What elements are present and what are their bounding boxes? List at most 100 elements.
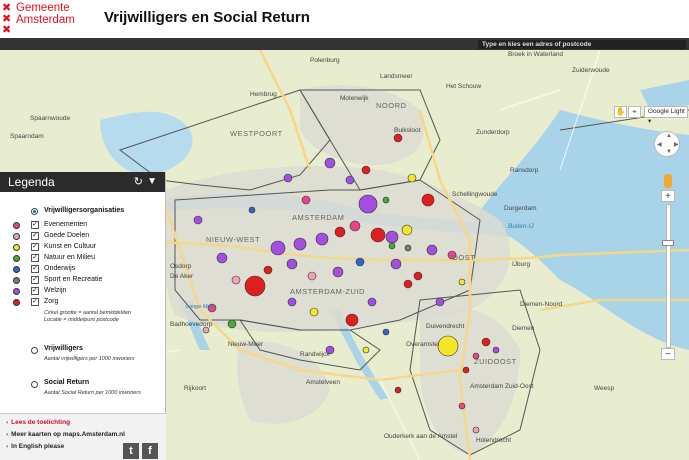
marker-goede-doelen[interactable] [472,426,480,434]
marker-natuur[interactable] [227,319,237,329]
zoom-slider-track[interactable] [666,204,671,348]
category-row: ✓ Natuur en Milieu [13,253,163,264]
category-checkbox[interactable]: ✓ [31,265,39,273]
label-osdorp: Osdorp [170,263,192,270]
category-checkbox[interactable]: ✓ [31,232,39,240]
marker-welzijn[interactable] [324,157,336,169]
category-checkbox[interactable]: ✓ [31,254,39,262]
marker-welzijn[interactable] [193,215,203,225]
facebook-icon[interactable]: f [142,443,158,459]
marker-onderwijs[interactable] [382,328,390,336]
marker-welzijn[interactable] [332,266,344,278]
legend-panel: Legenda ↻ ▼ Vrijwilligersorganisaties ✓ … [0,172,166,460]
marker-zorg[interactable] [345,313,359,327]
marker-zorg[interactable] [263,265,273,275]
marker-welzijn[interactable] [345,175,355,185]
marker-welzijn[interactable] [358,194,378,214]
marker-welzijn[interactable] [287,297,297,307]
link-english[interactable]: › In English please [6,443,64,450]
radio-social-return[interactable] [31,381,38,388]
radio-vrijwilligersorganisaties[interactable] [31,208,38,215]
select-icon[interactable]: ⌖ [628,106,641,118]
layer-note-social-return: Aantal Social Return per 1000 inwoners [44,390,141,396]
marker-kunst[interactable] [407,173,417,183]
label-diemen: Diemen [512,325,535,332]
marker-evenementen[interactable] [301,195,311,205]
zoom-in-button[interactable]: + [661,190,675,202]
street-view-pegman-icon[interactable] [664,174,672,188]
marker-zorg[interactable] [393,133,403,143]
label-molenwijk: Molenwijk [340,95,369,102]
marker-welzijn[interactable] [385,230,399,244]
zoom-out-button[interactable]: − [661,348,675,360]
pan-down-icon[interactable]: ▼ [666,149,672,155]
marker-welzijn[interactable] [270,240,286,256]
marker-welzijn[interactable] [293,237,307,251]
pan-hand-icon[interactable]: ✋ [614,106,627,118]
refresh-icon[interactable]: ↻ [134,172,143,192]
marker-zorg[interactable] [361,165,371,175]
marker-onderwijs[interactable] [248,206,256,214]
pan-control[interactable]: ▲ ▼ ◀ ▶ [654,131,680,157]
category-row: ✓ Kunst en Cultuur [13,242,163,253]
marker-kunst[interactable] [309,307,319,317]
chevron-down-icon[interactable]: ▼ [147,172,157,192]
legend-footer: › Lees de toelichting › Meer kaarten op ma… [0,413,166,460]
pan-right-icon[interactable]: ▶ [674,141,679,148]
pan-up-icon[interactable]: ▲ [666,133,672,139]
category-checkbox[interactable]: ✓ [31,287,39,295]
marker-zorg[interactable] [462,366,470,374]
marker-zorg[interactable] [394,386,402,394]
marker-kunst[interactable] [362,346,370,354]
marker-kunst[interactable] [437,335,459,357]
marker-welzijn[interactable] [283,173,293,183]
marker-sport[interactable] [404,244,412,252]
marker-goede-doelen[interactable] [307,271,317,281]
link-meer-kaarten[interactable]: › Meer kaarten op maps.Amsterdam.nl [6,431,125,438]
label-lange-meer: Lange Meer [186,304,217,310]
marker-welzijn[interactable] [435,297,445,307]
pan-left-icon[interactable]: ◀ [657,141,662,148]
marker-welzijn[interactable] [216,252,228,264]
marker-kunst[interactable] [458,278,466,286]
link-toelichting[interactable]: › Lees de toelichting [6,419,70,426]
label-hembrug: Hembrug [250,91,277,98]
zoom-slider-handle[interactable] [662,240,674,246]
category-label: Sport en Recreatie [44,276,103,283]
address-search-input[interactable]: Type en kies een adres of postcode [478,40,686,49]
marker-welzijn[interactable] [390,258,402,270]
category-checkbox[interactable]: ✓ [31,276,39,284]
marker-zorg[interactable] [403,279,413,289]
marker-welzijn[interactable] [367,297,377,307]
radio-vrijwilligers[interactable] [31,347,38,354]
district-amsterdam: AMSTERDAM [292,213,344,222]
category-checkbox[interactable]: ✓ [31,221,39,229]
category-label: Zorg [44,298,59,305]
marker-goede-doelen[interactable] [231,275,241,285]
marker-kunst[interactable] [401,224,413,236]
marker-onderwijs[interactable] [355,257,365,267]
marker-natuur[interactable] [388,242,396,250]
marker-natuur[interactable] [382,196,390,204]
basemap-select[interactable]: Google Light ▾ [644,106,688,125]
marker-welzijn[interactable] [426,244,438,256]
marker-welzijn[interactable] [286,258,298,270]
marker-welzijn[interactable] [492,346,500,354]
marker-zorg[interactable] [421,193,435,207]
marker-zorg[interactable] [370,227,386,243]
gemeente-amsterdam-logo[interactable]: ✖ ✖ ✖ Gemeente Amsterdam [2,1,92,35]
twitter-icon[interactable]: t [123,443,139,459]
label-nieuw-meer: Nieuw-Meer [228,341,264,348]
marker-zorg[interactable] [334,226,346,238]
marker-welzijn[interactable] [315,232,329,246]
marker-zorg[interactable] [413,271,423,281]
marker-zorg[interactable] [244,275,266,297]
marker-evenementen[interactable] [349,220,361,232]
district-noord: NOORD [376,101,407,110]
marker-evenementen[interactable] [458,402,466,410]
category-checkbox[interactable]: ✓ [31,298,39,306]
category-checkbox[interactable]: ✓ [31,243,39,251]
label-badhoevedorp: Badhoevedorp [170,321,213,328]
page-title: Vrijwilligers en Social Return [104,9,310,26]
marker-zorg[interactable] [481,337,491,347]
